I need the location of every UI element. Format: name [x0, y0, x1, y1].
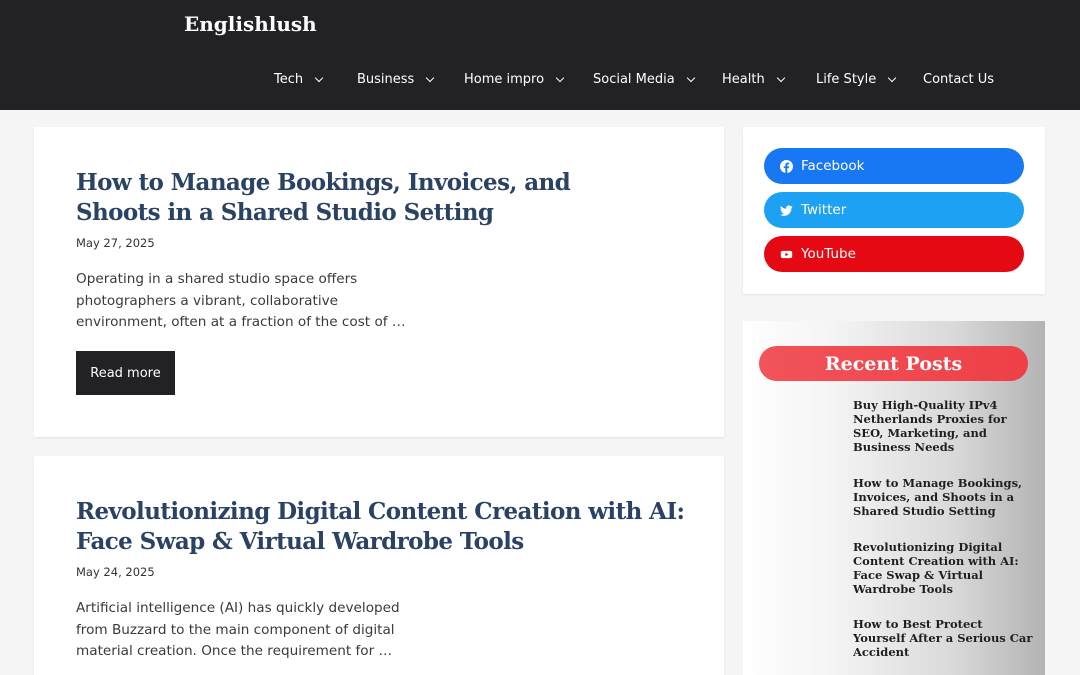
nav-label: Tech [274, 72, 304, 87]
post-date: May 24, 2025 [76, 565, 155, 579]
chevron-down-icon [555, 73, 565, 82]
nav-label: Health [722, 72, 765, 87]
nav-label: Business [357, 72, 415, 87]
read-more-button[interactable]: Read more [76, 351, 175, 395]
site-title[interactable]: Englishlush [184, 12, 317, 36]
post-excerpt: Artificial intelligence (AI) has quickly… [76, 600, 400, 660]
facebook-label: Facebook [801, 158, 865, 174]
twitter-label: Twitter [801, 202, 847, 218]
post-excerpt: Operating in a shared studio space offer… [76, 271, 406, 331]
recent-post-link[interactable]: How to Best Protect Yourself After a Ser… [853, 617, 1033, 659]
twitter-button[interactable]: Twitter [764, 192, 1024, 228]
recent-post-link[interactable]: Buy High-Quality IPv4 Netherlands Proxie… [853, 398, 1033, 454]
nav-item-health[interactable]: Health [722, 72, 785, 87]
recent-post-link[interactable]: How to Manage Bookings, Invoices, and Sh… [853, 476, 1033, 518]
recent-post-link[interactable]: Revolutionizing Digital Content Creation… [853, 540, 1033, 596]
nav-item-contact-us[interactable]: Contact Us [923, 72, 994, 87]
chevron-down-icon [776, 73, 785, 82]
post-card: Revolutionizing Digital Content Creation… [34, 456, 724, 675]
facebook-icon [780, 159, 793, 173]
nav-item-social-media[interactable]: Social Media [593, 72, 695, 87]
chevron-down-icon [686, 73, 695, 82]
facebook-button[interactable]: Facebook [764, 148, 1024, 184]
main-nav: Tech Business Home impro Social Media He… [0, 60, 1080, 104]
post-title[interactable]: Revolutionizing Digital Content Creation… [76, 497, 696, 557]
nav-item-home-impro[interactable]: Home impro [464, 72, 565, 87]
youtube-label: YouTube [801, 246, 856, 262]
nav-label: Social Media [593, 72, 675, 87]
post-card: How to Manage Bookings, Invoices, and Sh… [34, 127, 724, 437]
chevron-down-icon [426, 73, 435, 82]
chevron-down-icon [887, 73, 897, 82]
recent-posts-heading: Recent Posts [759, 346, 1028, 381]
twitter-icon [780, 204, 793, 216]
nav-label: Contact Us [923, 72, 994, 87]
youtube-icon [780, 250, 793, 258]
nav-item-life-style[interactable]: Life Style [816, 72, 897, 87]
youtube-button[interactable]: YouTube [764, 236, 1024, 272]
site-header: Englishlush Tech Business Home impro Soc… [0, 0, 1080, 110]
nav-item-tech[interactable]: Tech [274, 72, 324, 87]
nav-item-business[interactable]: Business [357, 72, 435, 87]
chevron-down-icon [314, 73, 324, 82]
nav-label: Life Style [816, 72, 877, 87]
post-title[interactable]: How to Manage Bookings, Invoices, and Sh… [76, 168, 636, 228]
nav-label: Home impro [464, 72, 545, 87]
post-date: May 27, 2025 [76, 236, 155, 250]
